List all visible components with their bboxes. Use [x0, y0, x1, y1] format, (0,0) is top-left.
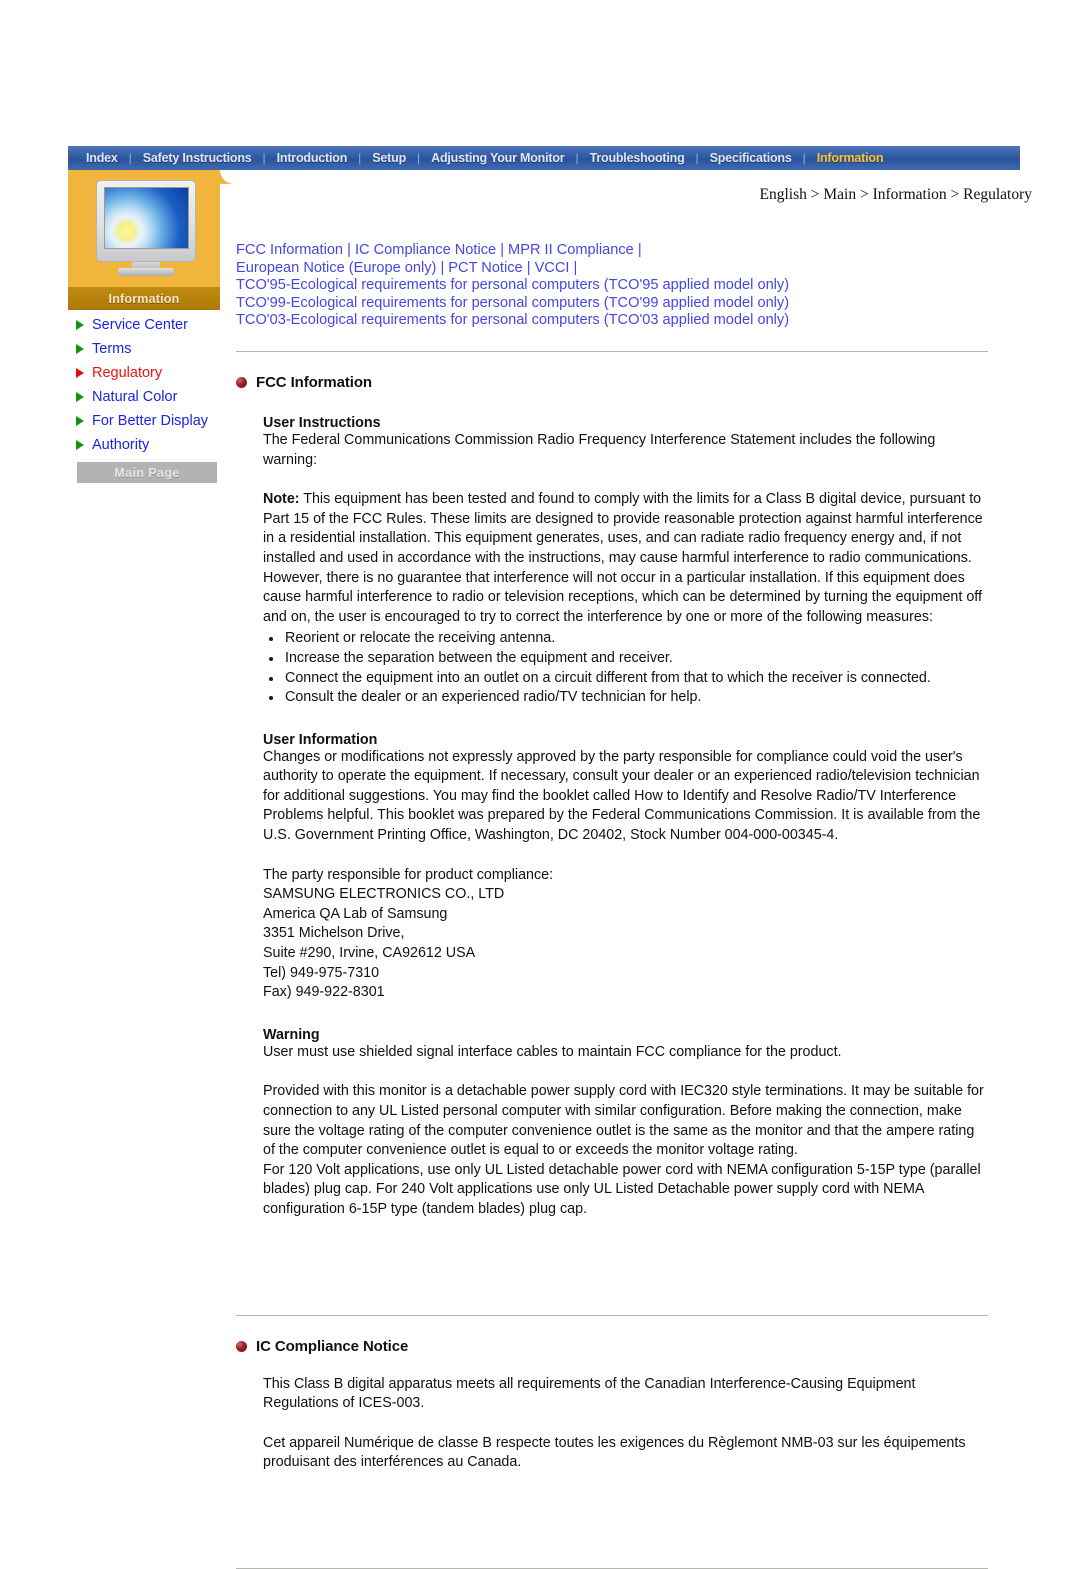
responsible-party-line: America QA Lab of Samsung	[263, 905, 448, 922]
paragraph-note: Note: This equipment has been tested and…	[263, 490, 988, 627]
nav-item-index[interactable]: Index	[76, 151, 128, 165]
section-heading-ic-compliance-notice: IC Compliance Notice	[236, 1338, 988, 1355]
responsible-party-line: SAMSUNG ELECTRONICS CO., LTD	[263, 886, 505, 903]
paragraph-ic-french: Cet appareil Numérique de classe B respe…	[263, 1434, 966, 1471]
ic-body: This Class B digital apparatus meets all…	[263, 1375, 988, 1473]
nav-item-specifications[interactable]: Specifications	[700, 151, 802, 165]
main-page-button-label: Main Page	[114, 465, 180, 480]
arrow-right-icon	[76, 368, 84, 378]
arrow-right-icon	[76, 416, 84, 426]
sidebar-item-label: Service Center	[92, 317, 188, 333]
monitor-bezel	[96, 180, 196, 262]
divider-top	[236, 350, 988, 352]
monitor-screen	[104, 187, 189, 249]
paragraph-ic-english: This Class B digital apparatus meets all…	[263, 1375, 916, 1412]
quicklink-separator: |	[500, 242, 504, 258]
sidebar-item-service-center[interactable]: Service Center	[76, 313, 236, 337]
quicklink-tco03[interactable]: TCO'03-Ecological requirements for perso…	[236, 312, 988, 330]
responsible-party-line: Suite #290, Irvine, CA92612 USA	[263, 945, 476, 962]
nav-item-troubleshooting[interactable]: Troubleshooting	[580, 151, 695, 165]
sidebar-item-natural-color[interactable]: Natural Color	[76, 385, 236, 409]
breadcrumb: English > Main > Information > Regulator…	[759, 186, 1032, 203]
note-label: Note:	[263, 491, 300, 508]
divider-middle	[236, 1314, 988, 1316]
list-item: Consult the dealer or an experienced rad…	[263, 688, 988, 708]
quick-links-line-2: European Notice (Europe only) | PCT Noti…	[236, 260, 988, 278]
responsible-party-line: 3351 Michelson Drive,	[263, 925, 405, 942]
nav-item-information[interactable]: Information	[807, 151, 894, 165]
responsible-party-block: The party responsible for product compli…	[263, 866, 988, 1003]
responsible-party-line: The party responsible for product compli…	[263, 866, 554, 883]
subheading-user-instructions: User Instructions	[263, 414, 381, 431]
section-title: FCC Information	[256, 373, 372, 391]
subheading-warning: Warning	[263, 1026, 320, 1043]
responsible-party-line: Tel) 949-975-7310	[263, 964, 380, 981]
responsible-party-line: Fax) 949-922-8301	[263, 984, 385, 1001]
sidebar-item-label: For Better Display	[92, 413, 209, 429]
crt-monitor-icon	[88, 180, 204, 276]
quicklink-tco95[interactable]: TCO'95-Ecological requirements for perso…	[236, 277, 988, 295]
arrow-right-icon	[76, 344, 84, 354]
quicklink-separator: |	[440, 259, 445, 276]
quick-links-line-1: FCC Information | IC Compliance Notice |…	[236, 242, 988, 260]
quicklink-vcci[interactable]: VCCI	[535, 260, 570, 276]
paragraph-power-cord: Provided with this monitor is a detachab…	[263, 1083, 984, 1159]
quicklink-tco99[interactable]: TCO'99-Ecological requirements for perso…	[236, 295, 988, 313]
sidebar-corner-notch	[220, 170, 234, 184]
sidebar-item-regulatory[interactable]: Regulatory	[76, 361, 236, 385]
quick-links: FCC Information | IC Compliance Notice |…	[236, 242, 988, 330]
top-navigation-bar[interactable]: Index | Safety Instructions | Introducti…	[68, 146, 1020, 170]
arrow-right-icon	[76, 392, 84, 402]
sidebar-nav-list: Service Center Terms Regulatory Natural …	[76, 313, 236, 457]
measures-list: Reorient or relocate the receiving anten…	[263, 629, 988, 707]
paragraph-user-instructions: The Federal Communications Commission Ra…	[263, 431, 936, 468]
list-item: Reorient or relocate the receiving anten…	[263, 629, 988, 649]
sidebar-item-authority[interactable]: Authority	[76, 433, 236, 457]
sidebar-item-label: Regulatory	[92, 365, 163, 381]
sidebar-section-tab: Information	[68, 287, 220, 310]
main-content: FCC Information | IC Compliance Notice |…	[236, 242, 988, 1569]
arrow-right-icon	[76, 320, 84, 330]
sidebar-section-tab-label: Information	[108, 291, 180, 306]
list-item: Increase the separation between the equi…	[263, 649, 988, 669]
sidebar-item-label: Terms	[92, 341, 132, 357]
paragraph-warning: User must use shielded signal interface …	[263, 1043, 842, 1060]
quicklink-separator: |	[347, 242, 351, 258]
quicklink-mpr-ii-compliance[interactable]: MPR II Compliance	[508, 242, 634, 258]
section-spacer-bottom	[236, 1473, 988, 1547]
paragraph-nema: For 120 Volt applications, use only UL L…	[263, 1161, 981, 1217]
red-sphere-bullet-icon	[236, 1340, 247, 1352]
arrow-right-icon	[76, 440, 84, 450]
paragraph-user-information: Changes or modifications not expressly a…	[263, 748, 981, 844]
quicklink-pct-notice[interactable]: PCT Notice	[448, 260, 522, 276]
main-page-button[interactable]: Main Page	[77, 462, 217, 483]
monitor-base	[118, 268, 174, 276]
note-body: This equipment has been tested and found…	[263, 491, 983, 625]
sidebar-item-terms[interactable]: Terms	[76, 337, 236, 361]
nav-item-setup[interactable]: Setup	[362, 151, 416, 165]
quicklink-separator: |	[637, 242, 642, 258]
nav-item-safety-instructions[interactable]: Safety Instructions	[133, 151, 262, 165]
sidebar-item-for-better-display[interactable]: For Better Display	[76, 409, 236, 433]
red-sphere-bullet-icon	[236, 376, 247, 388]
quicklink-european-notice[interactable]: European Notice (Europe only)	[236, 260, 436, 276]
subheading-user-information: User Information	[263, 731, 378, 748]
nav-item-adjusting-your-monitor[interactable]: Adjusting Your Monitor	[421, 151, 574, 165]
nav-item-introduction[interactable]: Introduction	[267, 151, 358, 165]
list-item: Connect the equipment into an outlet on …	[263, 669, 988, 689]
section-title: IC Compliance Notice	[256, 1337, 409, 1355]
quicklink-separator: |	[526, 259, 531, 276]
quicklink-ic-compliance-notice[interactable]: IC Compliance Notice	[355, 242, 496, 258]
quicklink-fcc-information[interactable]: FCC Information	[236, 242, 343, 258]
sidebar-item-label: Natural Color	[92, 389, 178, 405]
section-heading-fcc-information: FCC Information	[236, 374, 988, 391]
fcc-body: User Instructions The Federal Communicat…	[263, 415, 988, 1220]
quicklink-separator: |	[573, 259, 578, 276]
sidebar-item-label: Authority	[92, 437, 150, 453]
